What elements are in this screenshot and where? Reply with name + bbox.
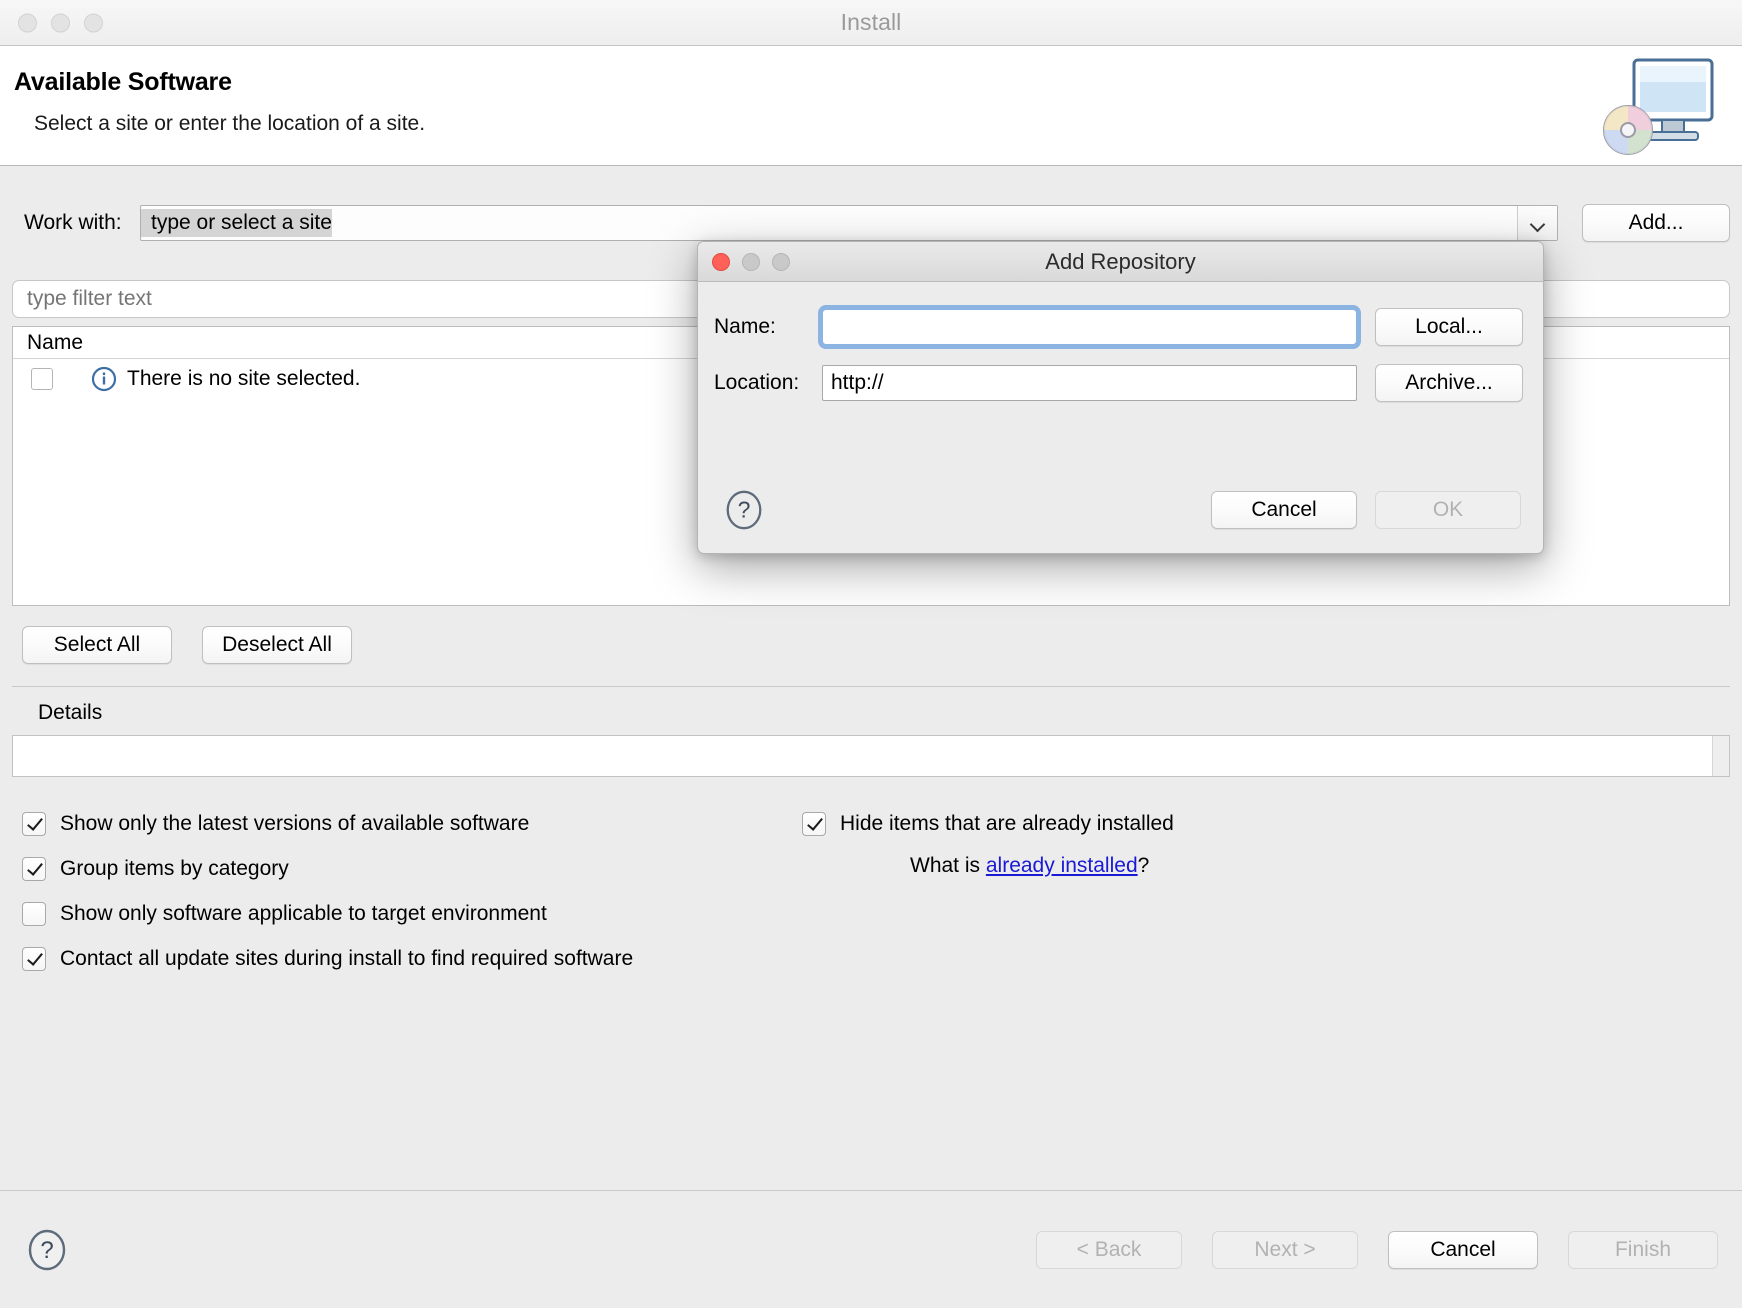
work-with-label: Work with:: [24, 211, 122, 234]
cancel-button[interactable]: Cancel: [1388, 1230, 1538, 1269]
dialog-ok-button[interactable]: OK: [1375, 491, 1521, 529]
svg-text:?: ?: [40, 1237, 53, 1264]
row-checkbox[interactable]: [31, 368, 53, 390]
add-repository-button[interactable]: Add...: [1582, 204, 1730, 242]
local-button[interactable]: Local...: [1375, 308, 1523, 346]
checkbox[interactable]: [802, 811, 826, 836]
checkbox[interactable]: [22, 946, 46, 971]
checkbox[interactable]: [22, 811, 46, 836]
dialog-action-buttons: Cancel OK: [1211, 491, 1521, 529]
work-with-row: Work with: type or select a site Add...: [12, 166, 1730, 242]
zoom-button[interactable]: [84, 13, 103, 32]
add-repository-dialog: Add Repository Name: Local... Location: …: [697, 241, 1544, 554]
option-label: Contact all update sites during install …: [60, 946, 634, 970]
details-label: Details: [38, 701, 103, 724]
page-title: Available Software: [14, 68, 232, 96]
what-is-already-installed: What is already installed?: [910, 854, 1730, 878]
work-with-value[interactable]: type or select a site: [141, 209, 332, 237]
dialog-zoom-button[interactable]: [772, 252, 790, 271]
archive-button[interactable]: Archive...: [1375, 364, 1523, 402]
install-window: Install Available Software Select a site…: [0, 0, 1742, 1308]
location-field-wrapper: [822, 365, 1357, 401]
option-applicable-target-environment[interactable]: Show only software applicable to target …: [22, 891, 802, 936]
dialog-location-row: Location: Archive...: [714, 364, 1523, 402]
minimize-button[interactable]: [51, 13, 70, 32]
name-label: Name:: [714, 315, 776, 338]
select-all-button[interactable]: Select All: [22, 626, 172, 664]
close-button[interactable]: [18, 13, 37, 32]
tree-row-label: There is no site selected.: [127, 367, 361, 390]
dialog-footer: ? Cancel OK: [698, 467, 1543, 553]
install-monitor-cd-icon: [1603, 58, 1714, 155]
next-button[interactable]: Next >: [1212, 1230, 1358, 1269]
what-is-suffix: ?: [1137, 854, 1150, 877]
dialog-traffic-lights: [712, 252, 790, 271]
option-label: Hide items that are already installed: [840, 811, 1174, 835]
info-icon: [91, 366, 117, 392]
dialog-body: Name: Local... Location: Archive... ? Ca…: [698, 282, 1543, 553]
options-left-column: Show only the latest versions of availab…: [12, 801, 802, 981]
page-banner: Available Software Select a site or ente…: [0, 46, 1742, 166]
window-title: Install: [840, 9, 902, 35]
options-right-column: Hide items that are already installed Wh…: [802, 801, 1730, 981]
option-group-by-category[interactable]: Group items by category: [22, 846, 802, 891]
option-contact-all-update-sites[interactable]: Contact all update sites during install …: [22, 936, 802, 981]
option-show-latest-versions[interactable]: Show only the latest versions of availab…: [22, 801, 802, 846]
options-section: Show only the latest versions of availab…: [12, 801, 1730, 981]
option-label: Show only the latest versions of availab…: [60, 811, 530, 835]
checkbox[interactable]: [22, 856, 46, 881]
selection-buttons: Select All Deselect All: [12, 626, 1730, 664]
dialog-cancel-button[interactable]: Cancel: [1211, 491, 1357, 529]
option-label: Group items by category: [60, 856, 289, 880]
page-subtitle: Select a site or enter the location of a…: [34, 112, 426, 135]
location-label: Location:: [714, 371, 800, 394]
chevron-down-icon[interactable]: [1517, 206, 1557, 240]
already-installed-link[interactable]: already installed: [986, 854, 1138, 877]
details-box: [12, 735, 1730, 777]
dialog-titlebar: Add Repository: [698, 242, 1543, 282]
what-is-prefix: What is: [910, 854, 986, 877]
svg-text:?: ?: [738, 497, 751, 523]
checkbox[interactable]: [22, 901, 46, 926]
dialog-close-button[interactable]: [712, 252, 730, 271]
wizard-buttons: < Back Next > Cancel Finish: [1036, 1230, 1718, 1269]
dialog-title: Add Repository: [1045, 248, 1196, 274]
work-with-combo[interactable]: type or select a site: [140, 205, 1558, 241]
finish-button[interactable]: Finish: [1568, 1230, 1718, 1269]
dialog-name-row: Name: Local...: [714, 305, 1523, 349]
option-hide-already-installed[interactable]: Hide items that are already installed: [802, 801, 1730, 846]
name-field-wrapper: [818, 305, 1361, 349]
dialog-minimize-button[interactable]: [742, 252, 760, 271]
back-button[interactable]: < Back: [1036, 1230, 1182, 1269]
name-input[interactable]: [822, 309, 1357, 345]
window-traffic-lights: [18, 13, 103, 32]
help-question-icon[interactable]: ?: [24, 1227, 70, 1273]
dialog-help-question-icon[interactable]: ?: [722, 488, 766, 532]
location-input[interactable]: [822, 365, 1357, 401]
divider: [12, 686, 1730, 687]
window-titlebar: Install: [0, 0, 1742, 46]
option-label: Show only software applicable to target …: [60, 901, 547, 925]
deselect-all-button[interactable]: Deselect All: [202, 626, 352, 664]
wizard-footer: ? < Back Next > Cancel Finish: [0, 1190, 1742, 1308]
